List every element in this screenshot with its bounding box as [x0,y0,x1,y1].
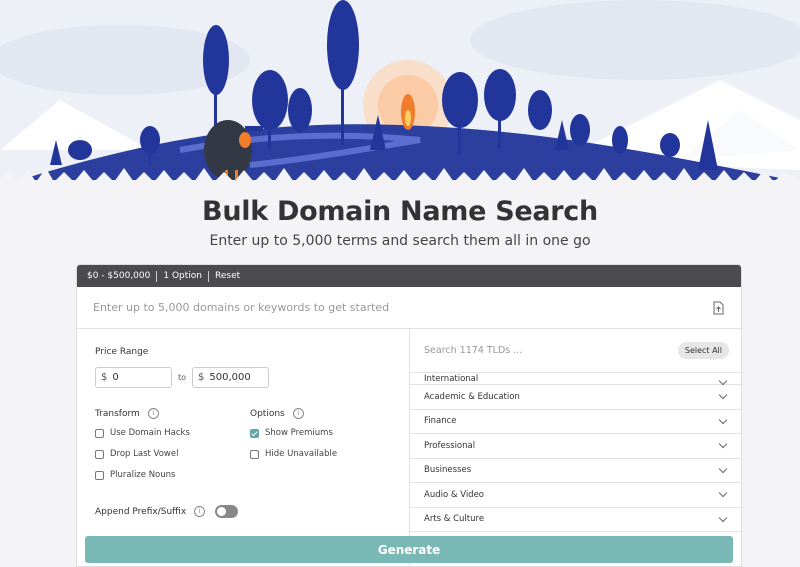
category-label: Academic & Education [424,391,520,402]
tld-category[interactable]: Academic & Education [410,385,741,410]
checkbox-label: Show Premiums [265,428,333,438]
chevron-down-icon [718,376,728,386]
tld-column: Select All International Academic & Educ… [410,329,741,566]
tld-category[interactable]: International [410,373,741,386]
append-prefix-suffix-row: Append Prefix/Suffix i [95,505,409,518]
price-range-label: Price Range [95,347,149,357]
transform-header: Transform i [95,408,250,419]
chevron-down-icon [718,415,728,424]
currency-symbol: $ [101,372,108,383]
chevron-down-icon [718,440,728,449]
options-summary[interactable]: 1 Option [157,271,208,281]
tld-category[interactable]: Businesses [410,459,741,483]
domain-search-row [77,287,741,329]
category-label: Arts & Culture [424,514,485,525]
page-subtitle: Enter up to 5,000 terms and search them … [209,233,591,249]
checkbox-icon[interactable] [250,449,259,459]
generate-button[interactable]: Generate [85,536,733,563]
options-header: Options i [250,408,405,419]
info-icon[interactable]: i [292,408,304,419]
checkbox-checked-icon[interactable] [250,428,259,438]
options-column: Price Range $ to $ Transform i Use Domai… [77,329,410,566]
show-premiums-checkbox[interactable]: Show Premiums [250,428,405,438]
to-label: to [178,373,187,382]
chevron-down-icon [718,391,728,400]
info-icon[interactable]: i [147,408,159,419]
chevron-down-icon [718,513,728,522]
search-panel: $0 - $500,000 1 Option Reset Price Range… [76,264,742,567]
checkbox-label: Use Domain Hacks [110,428,190,438]
max-price-field[interactable]: $ [192,367,270,388]
tld-category[interactable]: Professional [410,434,741,459]
min-price-field[interactable]: $ [95,367,172,388]
append-label: Append Prefix/Suffix [95,506,187,517]
file-upload-icon[interactable] [711,301,725,315]
filter-summary-bar: $0 - $500,000 1 Option Reset [77,265,741,287]
checkbox-label: Hide Unavailable [265,449,338,459]
tld-category[interactable]: Audio & Video [410,483,741,508]
transform-group: Transform i Use Domain Hacks Drop Last V… [95,408,250,491]
pluralize-nouns-checkbox[interactable]: Pluralize Nouns [95,470,250,480]
hide-unavailable-checkbox[interactable]: Hide Unavailable [250,449,405,459]
tld-category[interactable]: Arts & Culture [410,508,741,532]
checkbox-icon[interactable] [95,428,104,438]
price-filter-summary[interactable]: $0 - $500,000 [87,271,156,281]
option-columns: Transform i Use Domain Hacks Drop Last V… [95,408,409,491]
chevron-down-icon [718,464,728,473]
forest-illustration [0,0,800,190]
category-label: Finance [424,416,457,427]
options-group: Options i Show Premiums Hide Unavailable [250,408,405,491]
category-label: Professional [424,440,476,451]
append-toggle[interactable] [215,505,239,518]
select-all-button[interactable]: Select All [677,342,729,359]
category-label: International [424,374,479,384]
info-icon[interactable]: i [194,506,206,517]
currency-symbol: $ [198,372,205,383]
checkbox-label: Pluralize Nouns [110,470,176,480]
checkbox-label: Drop Last Vowel [110,449,179,459]
category-label: Audio & Video [424,489,485,500]
price-range-row: $ to $ [95,367,409,388]
tld-search-input[interactable] [424,345,624,356]
category-label: Businesses [424,465,472,476]
tld-category[interactable]: Finance [410,410,741,434]
use-domain-hacks-checkbox[interactable]: Use Domain Hacks [95,428,250,438]
chevron-down-icon [718,489,728,498]
max-price-input[interactable] [209,372,265,383]
domain-search-input[interactable] [93,301,711,314]
transform-label: Transform [95,408,140,419]
min-price-input[interactable] [112,372,168,383]
hero-illustration [0,0,800,190]
checkbox-icon[interactable] [95,449,104,459]
checkbox-icon[interactable] [95,470,104,480]
page-title: Bulk Domain Name Search [202,196,598,227]
reset-link[interactable]: Reset [209,271,246,281]
tld-search-row: Select All [410,329,741,373]
options-label: Options [250,408,285,419]
drop-last-vowel-checkbox[interactable]: Drop Last Vowel [95,449,250,459]
